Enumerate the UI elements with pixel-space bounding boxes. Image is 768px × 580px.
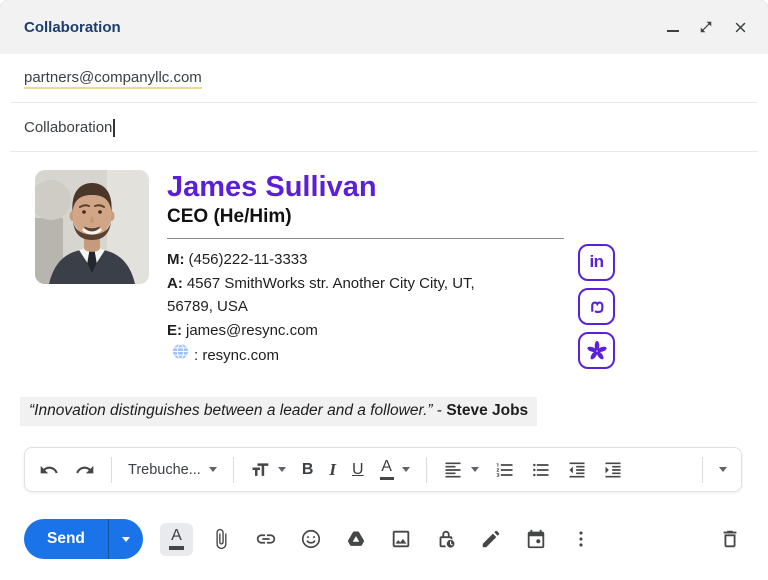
insert-emoji-icon[interactable]: [295, 523, 328, 556]
compose-title: Collaboration: [24, 18, 121, 36]
font-family-dropdown[interactable]: Trebuche...: [128, 462, 217, 478]
quote-text: “Innovation distinguishes between a lead…: [29, 402, 433, 419]
signature-role: CEO (He/Him): [167, 206, 292, 227]
toolbar-separator: [702, 456, 703, 483]
signature-block: James Sullivan CEO (He/Him) M: (456)222-1…: [167, 171, 567, 368]
globe-icon: [172, 343, 189, 368]
toolbar-separator: [232, 456, 234, 483]
compose-action-bar: Send A: [24, 517, 746, 561]
signature-divider: [167, 238, 564, 239]
redo-icon[interactable]: [75, 460, 95, 480]
chevron-down-icon: [470, 467, 479, 472]
quote-author: Steve Jobs: [446, 402, 529, 419]
discard-draft-icon[interactable]: [713, 523, 746, 556]
compose-tools: A: [159, 522, 598, 556]
schedule-send-icon[interactable]: [520, 523, 553, 556]
send-button[interactable]: Send: [24, 519, 108, 559]
toolbar-separator: [425, 456, 427, 483]
toolbar-separator: [111, 456, 112, 483]
signature-name: James Sullivan: [167, 171, 377, 203]
numbered-list-icon[interactable]: [495, 460, 515, 480]
bold-button[interactable]: B: [302, 461, 314, 479]
send-split-button: Send: [24, 519, 143, 559]
pop-out-icon[interactable]: [699, 20, 713, 34]
compose-window: Collaboration partners@companyllc.com Co…: [0, 0, 768, 580]
subject-field[interactable]: Collaboration: [0, 103, 768, 152]
contact-email: E: james@resync.com: [167, 321, 318, 339]
font-size-dropdown[interactable]: [250, 460, 286, 480]
signature-contacts: M: (456)222-11-3333 A: 4567 SmithWorks str…: [167, 248, 519, 368]
contact-website: : resync.com: [167, 343, 519, 368]
more-formatting-icon[interactable]: [719, 467, 727, 472]
signature-social-links: in: [578, 244, 615, 369]
bulleted-list-icon[interactable]: [531, 460, 551, 480]
indent-decrease-icon[interactable]: [567, 460, 587, 480]
drive-icon[interactable]: [340, 523, 373, 556]
chevron-down-icon: [208, 467, 217, 472]
window-controls: [667, 20, 748, 35]
more-options-icon[interactable]: [565, 523, 598, 556]
subject-text: Collaboration: [24, 119, 113, 136]
indent-increase-icon[interactable]: [603, 460, 623, 480]
compose-titlebar: Collaboration: [0, 0, 768, 54]
yelp-icon[interactable]: [578, 332, 615, 369]
send-options-button[interactable]: [109, 519, 143, 559]
formatting-toolbar: Trebuche... B I U A: [24, 447, 742, 492]
text-cursor: [113, 118, 115, 137]
italic-button[interactable]: I: [329, 460, 336, 480]
quote-separator: -: [432, 402, 447, 419]
mastodon-icon[interactable]: [578, 288, 615, 325]
align-left-icon: [445, 462, 461, 477]
align-dropdown[interactable]: [443, 460, 479, 480]
minimize-icon[interactable]: [667, 22, 679, 32]
recipients-field[interactable]: partners@companyllc.com: [0, 54, 768, 103]
chevron-down-icon: [121, 536, 130, 542]
chevron-down-icon: [277, 467, 286, 472]
linkedin-icon[interactable]: in: [578, 244, 615, 281]
text-size-icon: [252, 462, 269, 476]
signature-quote: “Innovation distinguishes between a lead…: [20, 397, 538, 426]
underline-button[interactable]: U: [352, 461, 364, 479]
insert-photo-icon[interactable]: [385, 523, 418, 556]
recipient-address[interactable]: partners@companyllc.com: [24, 69, 202, 89]
chevron-down-icon: [401, 467, 410, 472]
close-icon[interactable]: [733, 20, 748, 35]
formatting-options-button[interactable]: A: [159, 522, 193, 556]
text-color-dropdown[interactable]: A: [379, 458, 410, 481]
insert-signature-icon[interactable]: [475, 523, 508, 556]
contact-address: A: 4567 SmithWorks str. Another City City…: [167, 274, 475, 316]
attach-file-icon[interactable]: [205, 523, 238, 556]
signature-photo: [35, 170, 149, 284]
contact-mobile: M: (456)222-11-3333: [167, 251, 308, 268]
undo-icon[interactable]: [39, 460, 59, 480]
insert-link-icon[interactable]: [250, 523, 283, 556]
confidential-mode-icon[interactable]: [430, 523, 463, 556]
